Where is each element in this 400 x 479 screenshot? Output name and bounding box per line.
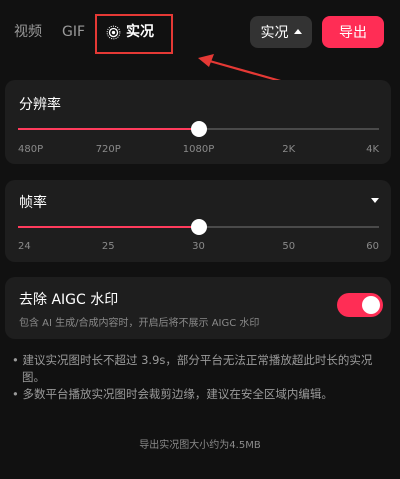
resolution-tick: 4K	[366, 144, 379, 155]
aigc-title: 去除 AIGC 水印	[19, 292, 119, 308]
resolution-card: 分辨率 480P 720P 1080P 2K 4K	[5, 80, 391, 164]
resolution-tick: 2K	[282, 144, 296, 155]
framerate-slider[interactable]	[18, 219, 379, 235]
framerate-ticks: 24 25 30 50 60	[18, 241, 379, 255]
aigc-watermark-toggle[interactable]	[337, 293, 383, 317]
framerate-slider-fill	[18, 226, 199, 228]
resolution-slider[interactable]	[18, 121, 379, 137]
export-size-text: 导出实况图大小约为4.5MB	[139, 440, 261, 451]
resolution-tick: 720P	[95, 144, 121, 155]
export-notes: • 建议实况图时长不超过 3.9s，部分平台无法正常播放超此时长的实况图。 • …	[12, 352, 388, 403]
framerate-tick: 50	[282, 241, 296, 252]
note-item: • 建议实况图时长不超过 3.9s，部分平台无法正常播放超此时长的实况图。	[12, 353, 373, 384]
note-item: • 多数平台播放实况图时会裁剪边缘，建议在安全区域内编辑。	[12, 387, 333, 401]
resolution-title: 分辨率	[19, 97, 61, 113]
resolution-slider-fill	[18, 128, 199, 130]
framerate-title: 帧率	[19, 195, 47, 211]
framerate-tick: 30	[192, 241, 205, 252]
toggle-knob	[362, 296, 380, 314]
framerate-tick: 24	[18, 241, 31, 252]
resolution-ticks: 480P 720P 1080P 2K 4K	[18, 144, 379, 158]
aigc-subtitle: 包含 AI 生成/合成内容时，开启后将不展示 AIGC 水印	[19, 318, 260, 329]
framerate-tick: 25	[101, 241, 115, 252]
aigc-watermark-card: 去除 AIGC 水印 包含 AI 生成/合成内容时，开启后将不展示 AIGC 水…	[5, 277, 391, 339]
resolution-slider-thumb[interactable]	[190, 121, 207, 137]
resolution-tick: 1080P	[182, 144, 215, 155]
resolution-tick: 480P	[18, 144, 44, 155]
framerate-tick: 60	[366, 241, 379, 252]
framerate-card: 帧率 24 25 30 50 60	[5, 180, 391, 262]
chevron-down-icon[interactable]	[371, 198, 379, 203]
framerate-slider-thumb[interactable]	[190, 219, 207, 235]
